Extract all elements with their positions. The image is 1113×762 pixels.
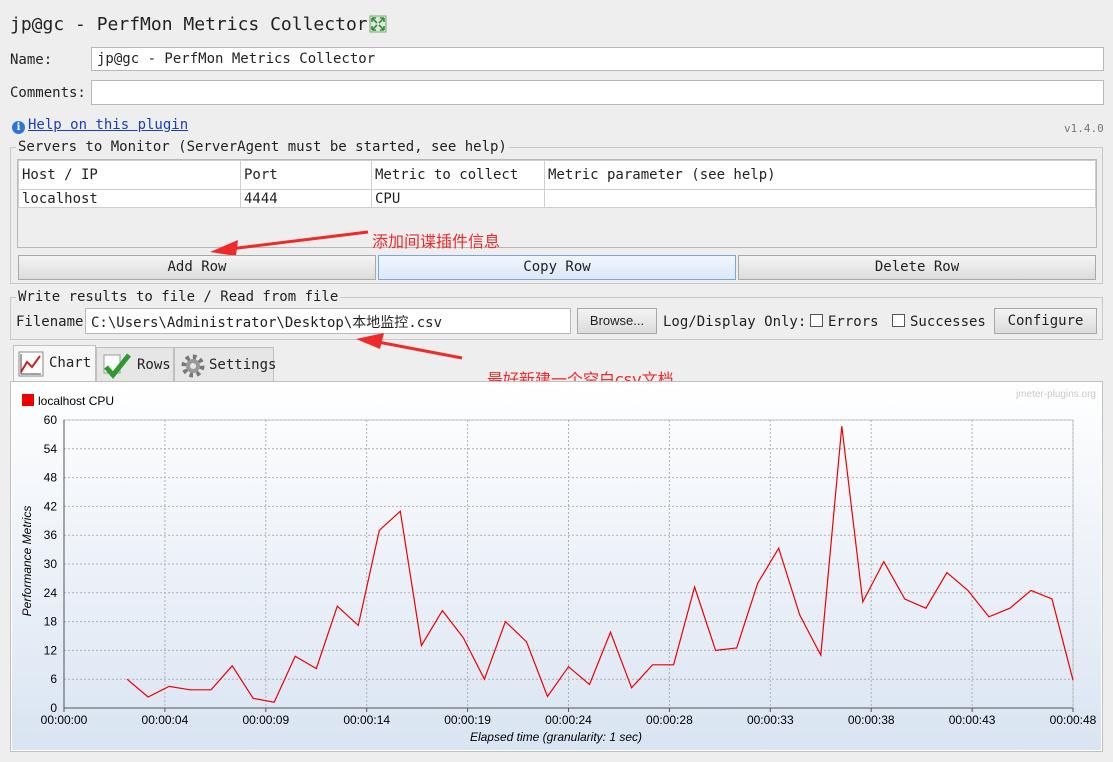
chart-watermark: jmeter-plugins.org	[1015, 389, 1096, 400]
tab-rows-label: Rows	[137, 357, 171, 373]
servers-legend: Servers to Monitor (ServerAgent must be …	[16, 139, 509, 155]
successes-checkbox[interactable]	[892, 314, 905, 327]
tab-chart-label: Chart	[49, 355, 92, 371]
y-tick-label: 48	[44, 471, 58, 485]
comments-label: Comments:	[10, 85, 86, 101]
column-header[interactable]: Metric parameter (see help)	[544, 160, 1096, 190]
tab-settings-label: Settings	[209, 357, 277, 373]
table-cell[interactable]: 4444	[240, 189, 372, 208]
y-tick-label: 36	[44, 528, 58, 542]
x-tick-label: 00:00:43	[949, 713, 996, 727]
table-cell[interactable]: CPU	[371, 189, 545, 208]
perfmon-chart: jmeter-plugins.org localhost CPU 0612182…	[12, 383, 1101, 750]
browse-button[interactable]: Browse...	[577, 308, 657, 334]
column-header[interactable]: Host / IP	[18, 160, 241, 190]
checkmark-icon	[103, 353, 131, 379]
y-tick-label: 42	[44, 499, 58, 513]
filename-label: Filename	[16, 314, 84, 330]
x-tick-label: 00:00:19	[444, 713, 491, 727]
legend-label: localhost CPU	[38, 394, 114, 408]
y-tick-label: 18	[44, 615, 58, 629]
window-title: jp@gc - PerfMon Metrics Collector	[10, 14, 368, 35]
comments-input[interactable]	[91, 80, 1104, 105]
x-tick-label: 00:00:00	[41, 713, 88, 727]
x-tick-label: 00:00:48	[1050, 713, 1097, 727]
y-axis-label: Performance Metrics	[20, 506, 34, 617]
annotation-add-row: 添加间谍插件信息	[372, 232, 501, 251]
y-tick-label: 12	[44, 643, 58, 657]
annotation-arrow	[210, 230, 369, 256]
info-icon: i	[12, 121, 25, 134]
tab-chart[interactable]: Chart	[13, 345, 96, 382]
tab-settings[interactable]: Settings	[174, 347, 277, 382]
table-cell[interactable]: localhost	[18, 189, 241, 208]
log-display-label: Log/Display Only:	[663, 314, 807, 330]
servers-table: Host / IP Port Metric to collect Metric …	[18, 160, 1096, 208]
delete-row-button[interactable]: Delete Row	[738, 255, 1096, 280]
column-header[interactable]: Port	[240, 160, 372, 190]
x-axis-label: Elapsed time (granularity: 1 sec)	[470, 730, 642, 744]
name-label: Name:	[10, 52, 53, 68]
errors-checkbox[interactable]	[810, 314, 823, 327]
help-link[interactable]: Help on this plugin	[28, 117, 188, 133]
table-header-row: Host / IP Port Metric to collect Metric …	[18, 160, 1096, 190]
column-header[interactable]: Metric to collect	[371, 160, 545, 190]
x-tick-label: 00:00:14	[343, 713, 390, 727]
y-tick-label: 6	[50, 672, 57, 686]
file-legend: Write results to file / Read from file	[16, 289, 341, 305]
add-row-button[interactable]: Add Row	[18, 255, 376, 280]
servers-table-area: Host / IP Port Metric to collect Metric …	[17, 159, 1097, 248]
y-tick-label: 30	[44, 557, 58, 571]
x-tick-label: 00:00:33	[747, 713, 794, 727]
x-tick-label: 00:00:04	[142, 713, 189, 727]
x-tick-label: 00:00:09	[242, 713, 289, 727]
version-label: v1.4.0	[1064, 122, 1104, 135]
chart-panel: jmeter-plugins.org localhost CPU 0 6 12 18 2…	[10, 381, 1103, 752]
gear-icon	[181, 354, 205, 378]
legend-swatch	[22, 394, 34, 406]
expand-icon	[369, 15, 387, 33]
table-cell[interactable]	[544, 189, 1096, 208]
copy-row-button[interactable]: Copy Row	[378, 255, 736, 280]
y-tick-label: 24	[44, 586, 58, 600]
successes-label: Successes	[910, 314, 986, 330]
name-input[interactable]: jp@gc - PerfMon Metrics Collector	[91, 47, 1104, 71]
tab-rows[interactable]: Rows	[96, 347, 174, 382]
table-row[interactable]: localhost 4444 CPU	[18, 189, 1096, 208]
x-tick-label: 00:00:38	[848, 713, 895, 727]
chart-icon	[18, 351, 44, 377]
x-tick-label: 00:00:28	[646, 713, 693, 727]
x-tick-label: 00:00:24	[545, 713, 592, 727]
filename-input[interactable]: C:\Users\Administrator\Desktop\本地监控.csv	[85, 308, 571, 334]
y-tick-label: 60	[44, 413, 58, 427]
errors-label: Errors	[828, 314, 879, 330]
y-tick-label: 54	[44, 442, 58, 456]
annotation-arrow	[356, 333, 463, 360]
configure-button[interactable]: Configure	[994, 308, 1097, 334]
